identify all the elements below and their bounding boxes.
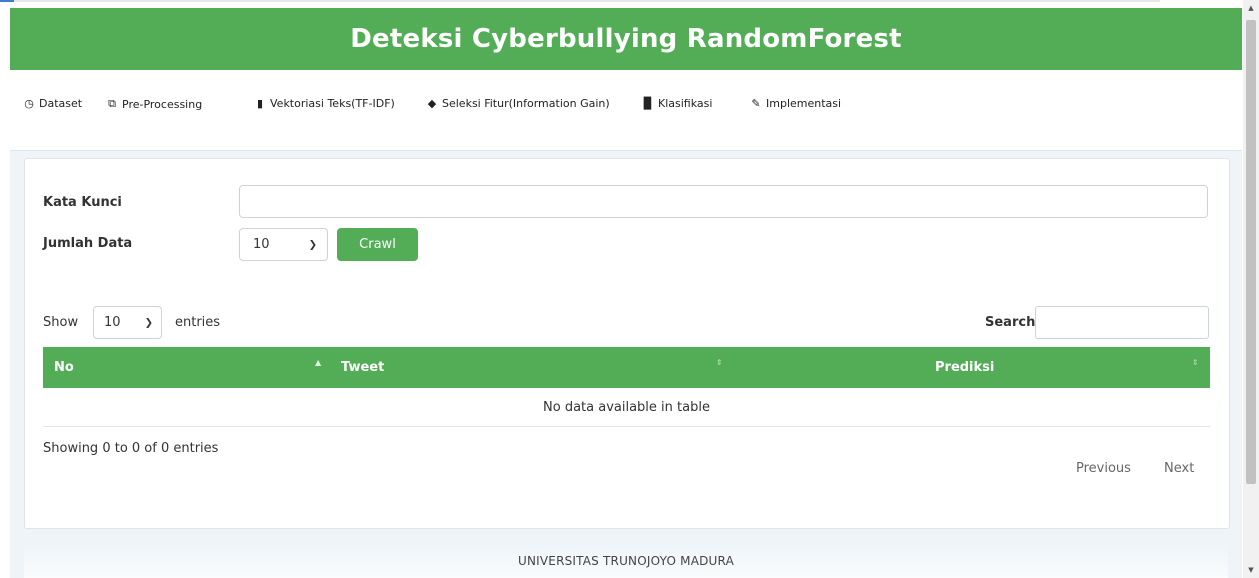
main-nav: ◷ Dataset ⧉ Pre-Processing ▮ Vektoriasi … <box>10 70 1242 151</box>
table-search-input[interactable] <box>1035 306 1209 339</box>
table-empty-row: No data available in table <box>43 389 1210 427</box>
crawl-button[interactable]: Crawl <box>337 228 418 261</box>
scrollbar-thumb[interactable] <box>1246 20 1256 484</box>
keyword-input[interactable] <box>239 185 1208 218</box>
table-info: Showing 0 to 0 of 0 entries <box>43 441 219 456</box>
bar-chart-icon: ▉ <box>643 97 653 110</box>
file-icon: ▮ <box>256 97 264 110</box>
column-header-no[interactable]: No <box>54 347 74 388</box>
pencil-icon: ✎ <box>751 97 761 110</box>
entries-select-value: 10 <box>104 315 121 330</box>
column-header-prediksi[interactable]: Prediksi <box>935 347 994 388</box>
scroll-down-arrow-icon[interactable]: ▼ <box>1243 566 1259 574</box>
nav-item-label: Vektoriasi Teks(TF-IDF) <box>270 97 395 110</box>
scroll-up-arrow-icon[interactable]: ▲ <box>1243 4 1259 12</box>
footer: UNIVERSITAS TRUNOJOYO MADURA <box>24 543 1228 578</box>
app-title: Deteksi Cyberbullying RandomForest <box>350 24 902 54</box>
loading-indicator <box>0 0 14 2</box>
window-top-edge <box>0 0 1160 2</box>
copy-icon: ⧉ <box>108 97 116 110</box>
nav-item-implementasi[interactable]: ✎ Implementasi <box>750 97 841 110</box>
column-label: Tweet <box>341 360 385 375</box>
count-select-value: 10 <box>253 237 270 252</box>
nav-item-label: Klasifikasi <box>658 97 713 110</box>
nav-item-label: Implementasi <box>766 97 842 110</box>
nav-item-klasifikasi[interactable]: ▉ Klasifikasi <box>642 97 713 110</box>
show-label: Show <box>43 315 79 330</box>
tag-icon: ◆ <box>427 97 437 110</box>
next-button[interactable]: Next <box>1164 461 1194 476</box>
column-header-tweet[interactable]: Tweet <box>341 347 384 388</box>
nav-item-label: Dataset <box>39 97 83 110</box>
sort-asc-icon: ▲ <box>315 358 322 367</box>
empty-message: No data available in table <box>543 400 710 415</box>
nav-item-dataset[interactable]: ◷ Dataset <box>23 97 82 110</box>
sort-icon: ⇕ <box>1192 358 1199 367</box>
count-label: Jumlah Data <box>43 236 133 251</box>
sort-icon: ⇕ <box>716 358 723 367</box>
keyword-label: Kata Kunci <box>43 195 122 210</box>
app-header: Deteksi Cyberbullying RandomForest <box>10 8 1242 70</box>
clock-icon: ◷ <box>24 97 34 110</box>
entries-select[interactable]: 10 ❯ <box>93 306 162 339</box>
nav-item-pre-processing[interactable]: ⧉ Pre-Processing <box>106 97 202 111</box>
nav-item-seleksi-fitur[interactable]: ◆ Seleksi Fitur(Information Gain) <box>426 97 610 110</box>
column-label: Prediksi <box>935 360 995 375</box>
nav-item-vektoriasi[interactable]: ▮ Vektoriasi Teks(TF-IDF) <box>254 97 395 110</box>
chevron-down-icon: ❯ <box>308 239 317 250</box>
footer-text: UNIVERSITAS TRUNOJOYO MADURA <box>517 553 734 568</box>
previous-button[interactable]: Previous <box>1076 461 1131 476</box>
count-select[interactable]: 10 ❯ <box>239 228 328 261</box>
entries-label: entries <box>175 315 221 330</box>
search-label: Search: <box>985 315 1041 330</box>
column-label: No <box>54 360 74 375</box>
nav-item-label: Pre-Processing <box>122 97 203 111</box>
table-header: No ▲ Tweet ⇕ Prediksi ⇕ <box>43 347 1210 388</box>
vertical-scrollbar[interactable]: ▲ ▼ <box>1243 0 1259 578</box>
nav-item-label: Seleksi Fitur(Information Gain) <box>442 97 610 110</box>
chevron-down-icon: ❯ <box>144 317 153 328</box>
